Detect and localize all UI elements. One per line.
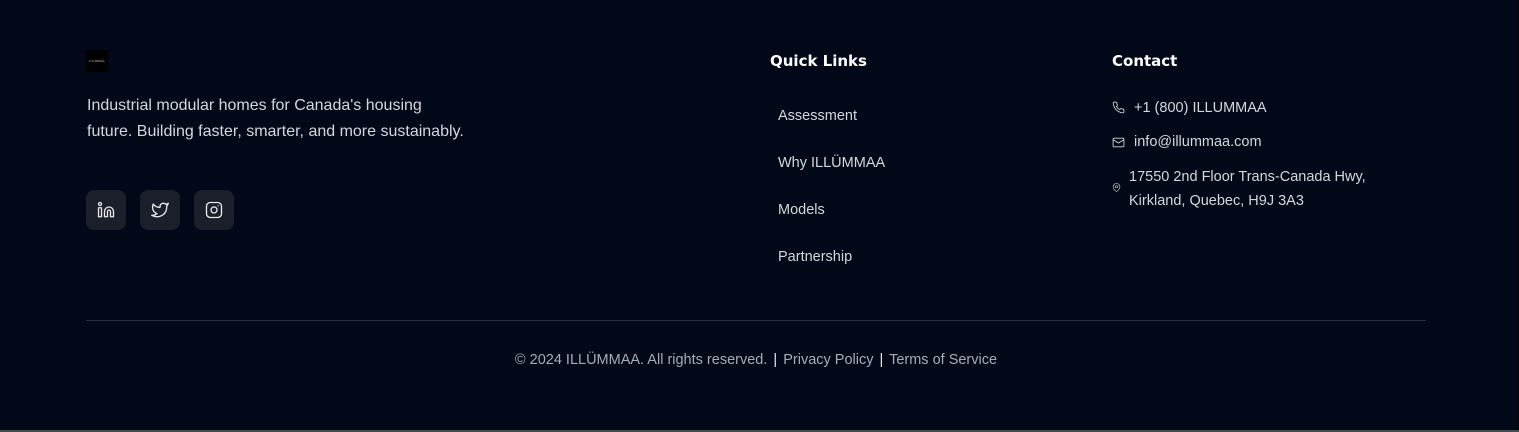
quick-link-partnership[interactable]: Partnership xyxy=(770,245,860,269)
map-pin-icon xyxy=(1112,183,1121,192)
twitter-button[interactable] xyxy=(140,190,180,230)
twitter-icon xyxy=(151,202,169,218)
copyright-text: © 2024 ILLÜMMAA. All rights reserved. xyxy=(514,352,768,368)
brand-logo[interactable]: ILLÜMMAA xyxy=(86,50,108,72)
terms-of-service-link[interactable]: Terms of Service xyxy=(889,352,997,368)
site-footer: ILLÜMMAA Industrial modular homes for Ca… xyxy=(0,0,1519,430)
quick-links-list: Assessment Why ILLÜMMAA Models Partnersh… xyxy=(770,104,893,292)
linkedin-icon xyxy=(97,201,115,218)
contact-address: 17550 2nd Floor Trans-Canada Hwy, Kirkla… xyxy=(1112,165,1409,213)
quick-links-heading: Quick Links xyxy=(770,52,867,70)
quick-link-item: Why ILLÜMMAA xyxy=(770,151,893,198)
privacy-policy-link[interactable]: Privacy Policy xyxy=(783,352,873,368)
contact-phone[interactable]: +1 (800) ILLUMMAA xyxy=(1112,100,1267,116)
street-address: 17550 2nd Floor Trans-Canada Hwy, Kirkla… xyxy=(1129,169,1366,209)
instagram-icon xyxy=(205,201,223,219)
footer-divider xyxy=(86,320,1426,321)
phone-number: +1 (800) ILLUMMAA xyxy=(1134,100,1267,116)
quick-link-models[interactable]: Models xyxy=(770,198,833,222)
quick-link-assessment[interactable]: Assessment xyxy=(770,104,865,128)
contact-email[interactable]: info@illummaa.com xyxy=(1112,134,1262,150)
quick-link-why-illummaa[interactable]: Why ILLÜMMAA xyxy=(770,151,893,175)
legal-separator: | xyxy=(773,352,778,368)
brand-tagline: Industrial modular homes for Canada's ho… xyxy=(87,97,464,140)
contact-heading: Contact xyxy=(1112,52,1178,70)
brand-logo-text: ILLÜMMAA xyxy=(89,59,105,63)
phone-icon xyxy=(1112,101,1125,114)
quick-link-item: Models xyxy=(770,198,893,245)
social-links xyxy=(86,190,234,230)
quick-link-item: Assessment xyxy=(770,104,893,151)
mail-icon xyxy=(1112,137,1125,148)
legal-separator: | xyxy=(879,352,884,368)
legal-bar: © 2024 ILLÜMMAA. All rights reserved. | … xyxy=(0,352,1512,368)
email-address: info@illummaa.com xyxy=(1134,134,1262,150)
quick-link-item: Partnership xyxy=(770,245,893,292)
linkedin-button[interactable] xyxy=(86,190,126,230)
instagram-button[interactable] xyxy=(194,190,234,230)
